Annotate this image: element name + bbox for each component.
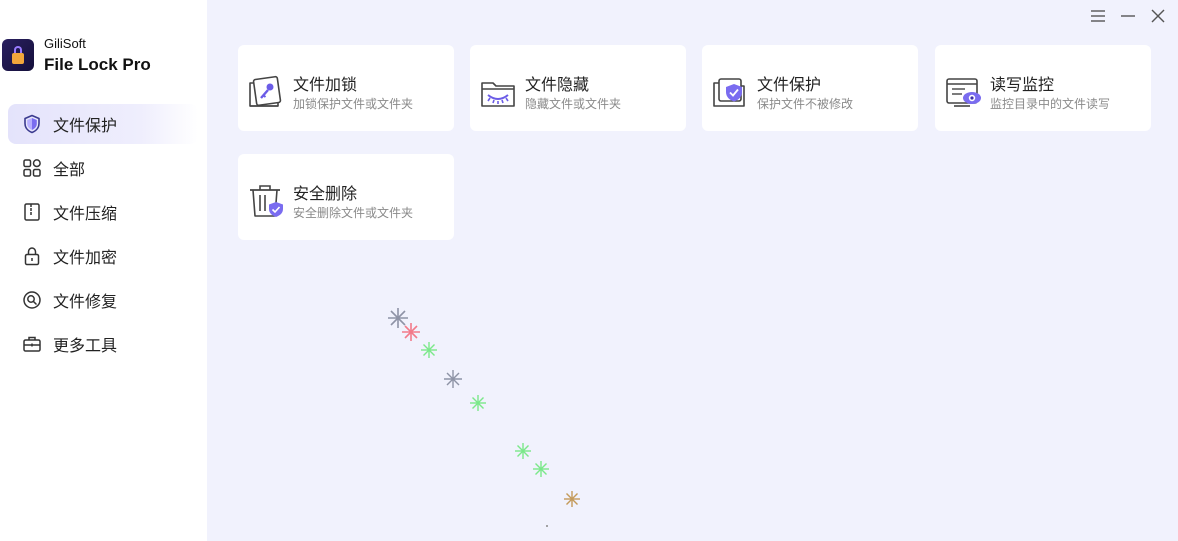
card-title: 安全删除 [293,184,358,203]
sparkle-icon [421,342,437,358]
sidebar-item-file-encrypt[interactable]: 文件加密 [8,236,198,276]
lock-logo-icon [2,39,34,71]
shield-icon [22,114,42,134]
trash-shield-icon [248,182,286,220]
product-name: File Lock Pro [44,55,151,74]
folder-shield-icon [712,73,750,111]
menu-icon[interactable] [1088,6,1108,26]
sidebar-item-more-tools[interactable]: 更多工具 [8,324,198,364]
sparkle-icon [402,323,420,341]
minimize-icon[interactable] [1118,6,1138,26]
sidebar-item-label: 全部 [53,160,86,179]
card-title: 文件保护 [757,75,822,94]
repair-wrench-icon [22,290,42,310]
folder-eye-closed-icon [480,73,518,111]
card-subtitle: 保护文件不被修改 [757,97,854,111]
padlock-icon [22,246,42,266]
sparkle-trail [388,308,580,527]
card-read-write-monitor[interactable]: 读写监控 监控目录中的文件读写 [935,45,1151,131]
sparkle-icon [515,443,531,459]
sparkle-icon [444,370,462,388]
card-file-protect[interactable]: 文件保护 保护文件不被修改 [702,45,918,131]
sidebar-item-label: 文件保护 [53,116,118,135]
monitor-eye-icon [945,73,983,111]
sidebar-item-file-protect[interactable]: 文件保护 [8,104,198,144]
sidebar-item-label: 文件压缩 [53,204,118,223]
sidebar-item-label: 更多工具 [53,336,118,355]
sparkle-icon [533,461,549,477]
sidebar-item-label: 文件修复 [53,292,118,311]
card-secure-delete[interactable]: 安全删除 安全删除文件或文件夹 [238,154,454,240]
card-file-hide[interactable]: 文件隐藏 隐藏文件或文件夹 [470,45,686,131]
card-title: 文件隐藏 [525,75,590,94]
sparkle-icon [564,491,580,507]
sparkle-dot [546,525,548,527]
sidebar-item-file-compress[interactable]: 文件压缩 [8,192,198,232]
sparkle-icon [470,395,486,411]
sparkle-icon [388,308,408,328]
sidebar: GiliSoft File Lock Pro 文件保护 全部 文件压缩 文件加密… [0,0,207,541]
sidebar-item-label: 文件加密 [53,248,118,267]
grid-icon [22,158,42,178]
window-controls [1088,6,1168,26]
close-icon[interactable] [1148,6,1168,26]
card-title: 读写监控 [990,75,1055,94]
card-subtitle: 监控目录中的文件读写 [990,97,1111,111]
brand-name: GiliSoft [44,36,86,51]
card-subtitle: 安全删除文件或文件夹 [293,206,414,220]
card-title: 文件加锁 [293,75,358,94]
card-subtitle: 加锁保护文件或文件夹 [293,97,414,111]
zip-file-icon [22,202,42,222]
toolbox-icon [22,334,42,354]
brand: GiliSoft File Lock Pro [0,36,207,78]
sidebar-nav: 文件保护 全部 文件压缩 文件加密 文件修复 更多工具 [0,104,207,368]
sidebar-item-file-repair[interactable]: 文件修复 [8,280,198,320]
card-subtitle: 隐藏文件或文件夹 [525,97,622,111]
card-file-lock[interactable]: 文件加锁 加锁保护文件或文件夹 [238,45,454,131]
sidebar-item-all[interactable]: 全部 [8,148,198,188]
folder-key-icon [248,73,286,111]
